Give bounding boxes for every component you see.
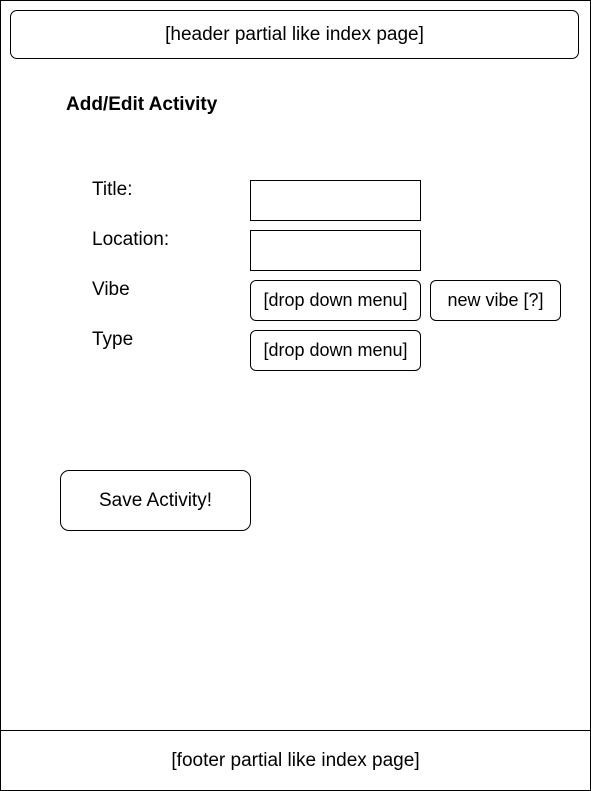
type-dropdown-text: [drop down menu] <box>263 340 408 360</box>
location-label: Location: <box>92 229 170 250</box>
new-vibe-button-label: new vibe [?] <box>447 290 544 310</box>
page-frame <box>0 0 591 791</box>
vibe-label: Vibe <box>92 279 130 300</box>
vibe-dropdown[interactable]: [drop down menu] <box>250 280 421 321</box>
type-dropdown[interactable]: [drop down menu] <box>250 330 421 371</box>
footer-placeholder-text: [footer partial like index page] <box>171 750 420 771</box>
header-placeholder-text: [header partial like index page] <box>165 23 424 45</box>
header-partial: [header partial like index page] <box>10 10 579 59</box>
title-input[interactable] <box>250 180 421 221</box>
save-activity-button[interactable]: Save Activity! <box>60 470 251 531</box>
save-activity-button-label: Save Activity! <box>99 489 212 511</box>
page-title: Add/Edit Activity <box>66 94 218 115</box>
footer-partial: [footer partial like index page] <box>0 730 591 791</box>
new-vibe-button[interactable]: new vibe [?] <box>430 280 561 321</box>
type-label: Type <box>92 329 134 350</box>
location-input[interactable] <box>250 230 421 271</box>
title-label: Title: <box>92 179 133 200</box>
vibe-dropdown-text: [drop down menu] <box>263 290 408 310</box>
